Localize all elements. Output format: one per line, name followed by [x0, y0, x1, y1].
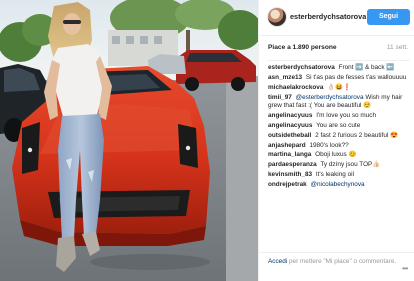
- comment-user[interactable]: anjashepard: [268, 142, 306, 149]
- comment-user[interactable]: esterberdychsatorova: [268, 64, 335, 71]
- post-time[interactable]: 11 sett.: [387, 44, 408, 51]
- comment: martina_langa Oboji luxus 😊: [268, 151, 410, 159]
- comment: ondrejpetrak @nicolabechynova: [268, 181, 410, 189]
- comment-text: 👌🏻😆❗️: [327, 83, 352, 91]
- comment: timii_97 @esterberdychsatorova Wish my h…: [268, 94, 410, 111]
- comment-text: You are so cute: [316, 121, 361, 129]
- more-dots-icon[interactable]: •••: [402, 264, 408, 273]
- comment-text: It's leaking oil: [315, 171, 355, 179]
- comment-text: Oboji luxus 😊: [315, 151, 357, 159]
- comment: asn_mze13 Si t'as pas de fesses t'as wal…: [268, 74, 410, 82]
- comment: outsidetheball 2 fast 2 furious 2 beauti…: [268, 132, 410, 140]
- comment-user[interactable]: michaelakrockova: [268, 84, 323, 91]
- comment: angelinacyuus You are so cute: [268, 122, 410, 130]
- comment: pardaesperanza Ty dzíny jsou TOP👍🏻: [268, 161, 410, 169]
- comment-user[interactable]: outsidetheball: [268, 132, 311, 139]
- comment: kevinsmith_83 It's leaking oil: [268, 171, 410, 179]
- comment-text: Si t'as pas de fesses t'as wallouuuu: [305, 73, 407, 81]
- login-link[interactable]: Accedi: [268, 258, 287, 265]
- comment-text: I'm love you so much: [316, 111, 377, 119]
- comment-text: Front ➡️ & back ⬅️: [338, 64, 395, 71]
- comment: esterberdychsatorova Front ➡️ & back ⬅️: [268, 64, 410, 72]
- likes-row: Piace a 1.890 persone 11 sett.: [268, 44, 408, 54]
- comment-mention[interactable]: @nicolabechynova: [311, 181, 365, 188]
- post-header: esterberdychsatorova Segui: [259, 0, 414, 36]
- likes-count[interactable]: Piace a 1.890 persone: [268, 44, 337, 51]
- comment-user[interactable]: asn_mze13: [268, 74, 302, 81]
- comment-text: 2 fast 2 furious 2 beautiful 😍: [315, 131, 399, 139]
- comment-user[interactable]: kevinsmith_83: [268, 171, 312, 178]
- comment: michaelakrockova 👌🏻😆❗️: [268, 84, 410, 92]
- comment-user[interactable]: timii_97: [268, 94, 292, 101]
- photo-scene: [0, 0, 258, 281]
- comment: anjashepard 1980's look??: [268, 142, 410, 150]
- post-sidebar: esterberdychsatorova Segui Piace a 1.890…: [258, 0, 414, 281]
- avatar[interactable]: [268, 8, 286, 26]
- comment-user[interactable]: pardaesperanza: [268, 161, 317, 168]
- comment: angelinacyuus I'm love you so much: [268, 112, 410, 120]
- login-prompt-text: per mettere "Mi piace" o commentare.: [287, 258, 397, 265]
- comment-list[interactable]: esterberdychsatorova Front ➡️ & back ⬅️ …: [268, 60, 410, 252]
- follow-button[interactable]: Segui: [367, 9, 410, 25]
- comment-user[interactable]: angelinacyuus: [268, 112, 312, 119]
- login-prompt: Accedi per mettere "Mi piace" o commenta…: [268, 258, 398, 266]
- post-username[interactable]: esterberdychsatorova: [290, 12, 366, 21]
- post-footer: Accedi per mettere "Mi piace" o commenta…: [259, 252, 414, 281]
- comment-user[interactable]: angelinacyuus: [268, 122, 312, 129]
- post-photo[interactable]: [0, 0, 258, 281]
- comment-user[interactable]: martina_langa: [268, 151, 311, 158]
- comment-mention[interactable]: @esterberdychsatorova: [296, 94, 364, 101]
- comment-text: Ty dzíny jsou TOP👍🏻: [320, 161, 381, 169]
- comment-user[interactable]: ondrejpetrak: [268, 181, 307, 188]
- comment-text: 1980's look??: [309, 141, 349, 149]
